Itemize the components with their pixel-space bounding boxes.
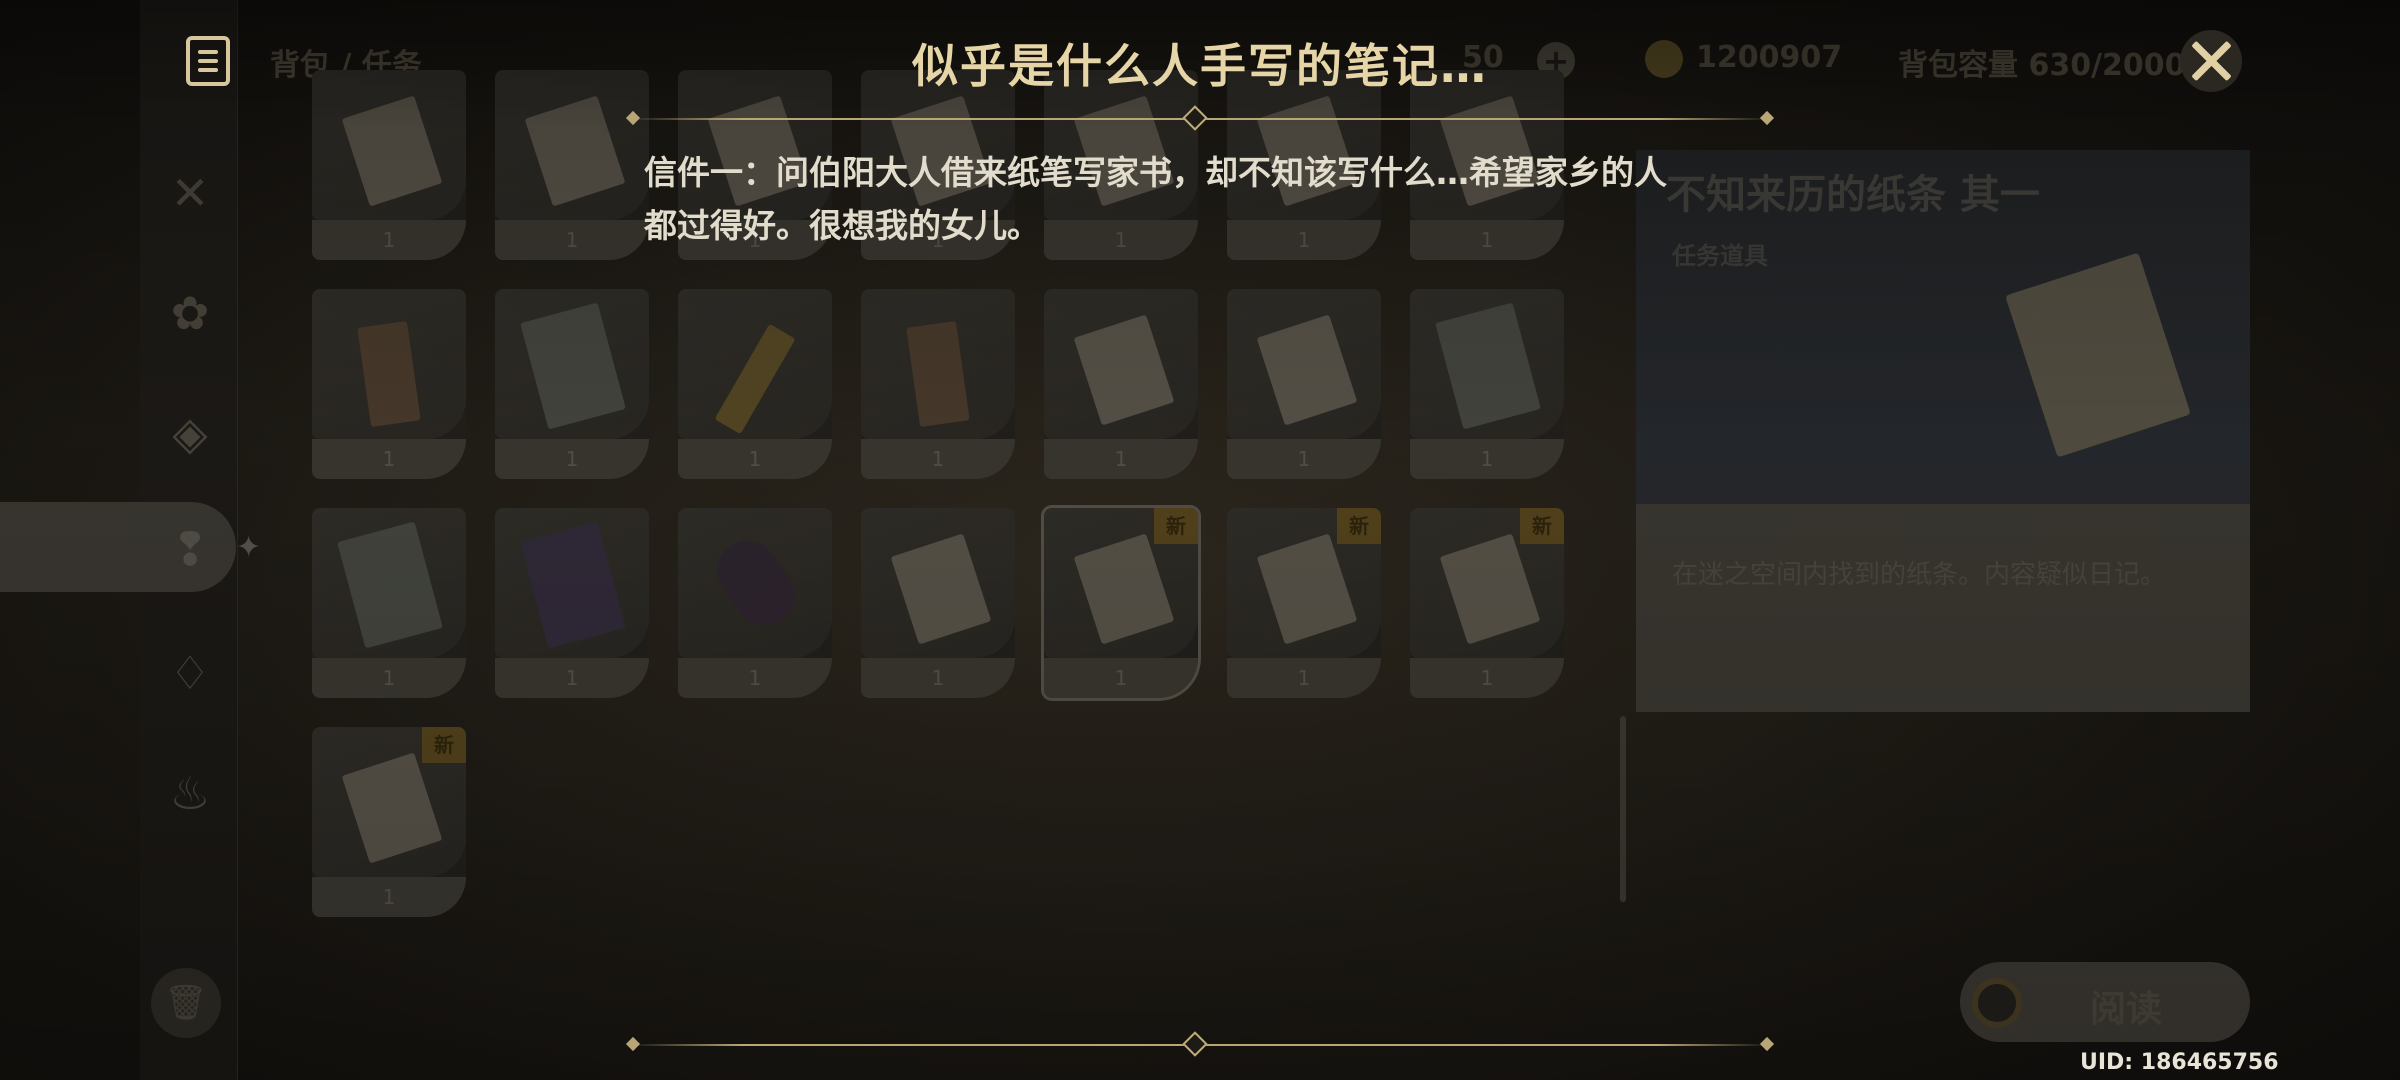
doll-item-icon [705,528,807,638]
paper-item-icon [1439,533,1541,645]
notes-item-image [2005,252,2191,458]
sparkle-icon: ✦ [236,530,262,565]
scroll-item-icon [357,321,421,427]
card-item-icon [520,302,626,430]
slot-image [1227,289,1381,439]
inventory-slot[interactable]: 1 [312,70,466,260]
game-screen: ✦ ✕ ✿ ◈ ❢ ♢ ♨ 背包 / 任务 50 + 1200907 背包容量 … [0,0,2400,1080]
inventory-slot[interactable]: 1 [312,289,466,479]
inventory-slot[interactable]: 1 [861,508,1015,698]
bottom-divider [625,1031,1775,1057]
inventory-slot[interactable]: 1新 [1410,508,1564,698]
slot-image [1410,289,1564,439]
slot-count: 1 [1410,658,1564,698]
inventory-slot[interactable]: 1 [678,289,832,479]
inventory-slot[interactable]: 1 [312,508,466,698]
card-item-icon [337,521,443,649]
close-icon[interactable] [2180,30,2242,92]
slot-count: 1 [312,220,466,260]
inventory-slot[interactable]: 1新 [1044,508,1198,698]
inventory-slot[interactable]: 1 [1044,289,1198,479]
inventory-slot[interactable]: 1新 [312,727,466,917]
paper-item-icon [341,95,443,207]
inventory-slot[interactable]: 1 [861,289,1015,479]
gold-item-icon [714,323,796,435]
slot-image [678,289,832,439]
inventory-slot[interactable]: 1新 [1227,508,1381,698]
read-button-label: 阅读 [2090,989,2163,1030]
scroll-item-icon [906,321,970,427]
slot-count: 1 [495,439,649,479]
detail-description: 在迷之空间内找到的纸条。内容疑似日记。 [1672,560,2167,590]
paper-item-icon [1256,533,1358,645]
slot-image [861,508,1015,658]
precious-category-icon[interactable]: ♢ [155,638,225,708]
inventory-slot[interactable]: 1 [678,508,832,698]
food-category-icon[interactable]: ✕ [155,158,225,228]
paper-item-icon [1073,314,1175,426]
paper-item-icon [890,533,992,645]
slot-count: 1 [1227,439,1381,479]
new-badge: 新 [1337,508,1381,544]
slot-count: 1 [1410,439,1564,479]
slot-count: 1 [861,439,1015,479]
slot-image [312,289,466,439]
slot-count: 1 [312,439,466,479]
note-body-line: 信件一：问伯阳大人借来纸笔写家书，却不知该写什么…希望家乡的人 [644,153,1667,192]
inventory-slot[interactable]: 1 [495,70,649,260]
note-body-line: 都过得好。很想我的女儿。 [644,206,1040,245]
slot-image [1044,289,1198,439]
inventory-slot[interactable]: 1 [495,289,649,479]
slot-image [861,289,1015,439]
note-title: 似乎是什么人手写的笔记… [912,39,1488,93]
slot-count: 1 [312,658,466,698]
slot-count: 1 [312,877,466,917]
paper-item-icon [524,95,626,207]
trash-icon[interactable]: 🗑 [151,968,221,1038]
read-button[interactable]: 阅读 [1960,962,2250,1042]
paper-item-icon [1073,533,1175,645]
materials-category-icon[interactable]: ✿ [155,278,225,348]
paper-item-icon [341,752,443,864]
top-divider [625,105,1775,131]
detail-body: 在迷之空间内找到的纸条。内容疑似日记。 [1636,504,2250,712]
slot-image [495,289,649,439]
slot-count: 1 [678,439,832,479]
slot-count: 1 [678,658,832,698]
slot-count: 1 [1227,658,1381,698]
book-item-icon [520,521,626,649]
slot-image [678,508,832,658]
slot-image [495,508,649,658]
new-badge: 新 [422,727,466,763]
inventory-slot[interactable]: 1 [1227,289,1381,479]
read-icon [1972,978,2022,1028]
paper-item-icon [1256,314,1358,426]
inventory-slot[interactable]: 1 [1410,289,1564,479]
slot-count: 1 [495,658,649,698]
new-badge: 新 [1154,508,1198,544]
slot-image [312,508,466,658]
slot-count: 1 [1044,439,1198,479]
grid-scrollbar[interactable] [1620,716,1626,902]
inventory-slot[interactable]: 1 [495,508,649,698]
furnishing-category-icon[interactable]: ♨ [155,758,225,828]
note-body: 信件一：问伯阳大人借来纸笔写家书，却不知该写什么…希望家乡的人 都过得好。很想我… [644,146,1764,252]
uid-label: UID: 186465756 [2080,1050,2279,1075]
quest-category-icon[interactable]: ❢ [155,514,225,584]
card-item-icon [1435,302,1541,430]
slot-count: 1 [1044,658,1198,698]
gadget-category-icon[interactable]: ◈ [155,398,225,468]
new-badge: 新 [1520,508,1564,544]
slot-count: 1 [861,658,1015,698]
slot-count: 1 [495,220,649,260]
